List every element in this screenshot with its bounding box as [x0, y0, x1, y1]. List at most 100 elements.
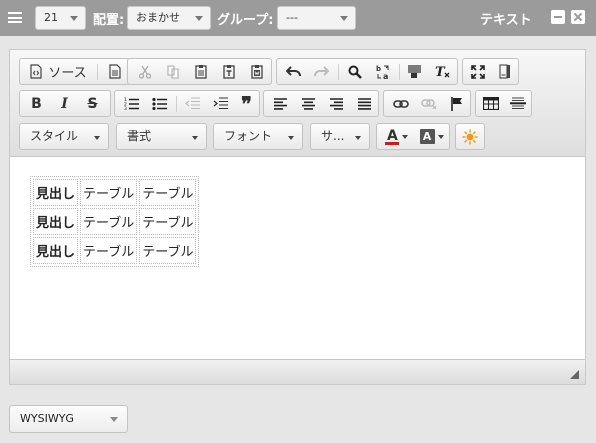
- resize-handle-icon[interactable]: [570, 370, 579, 379]
- format-combo[interactable]: 書式: [116, 123, 207, 150]
- indent-button[interactable]: [207, 92, 234, 115]
- align-center-button[interactable]: [295, 92, 322, 115]
- blockquote-button[interactable]: ❞: [233, 92, 260, 116]
- new-page-button[interactable]: [102, 60, 127, 83]
- style-combo[interactable]: スタイル: [19, 123, 109, 150]
- undo-button[interactable]: [280, 60, 307, 83]
- bulleted-list-button[interactable]: [146, 92, 173, 115]
- chevron-down-icon: [288, 136, 294, 140]
- chevron-down-icon: [70, 16, 78, 21]
- align-dropdown[interactable]: おまかせ: [127, 6, 211, 30]
- paste-word-button[interactable]: [243, 60, 270, 83]
- remove-format-button[interactable]: T: [429, 60, 456, 83]
- replace-icon: ba: [376, 65, 388, 80]
- flag-icon: [450, 96, 462, 111]
- outdent-button[interactable]: [179, 92, 206, 115]
- justify-group: [263, 90, 379, 117]
- editor-mode-dropdown[interactable]: WYSIWYG: [9, 405, 128, 433]
- chevron-down-icon: [195, 16, 203, 21]
- sun-icon: [462, 129, 478, 144]
- table-cell[interactable]: テーブル: [139, 208, 197, 235]
- indent-icon: [213, 97, 228, 110]
- chevron-down-icon: [437, 134, 444, 139]
- undo-find-group: ba T: [276, 58, 458, 85]
- svg-text:T: T: [435, 65, 446, 79]
- format-combo-label: 書式: [127, 129, 152, 143]
- font-size-combo[interactable]: サ...: [310, 123, 370, 150]
- table-row: 見出し テーブル テーブル: [33, 237, 197, 264]
- select-all-button[interactable]: [401, 60, 428, 83]
- paste-text-button[interactable]: [215, 60, 242, 83]
- cut-button[interactable]: [131, 60, 158, 83]
- svg-text:3: 3: [124, 106, 127, 110]
- content-table[interactable]: 見出し テーブル テーブル 見出し テーブル テーブル 見出し テーブル テーブル: [30, 176, 200, 267]
- table-icon: [482, 97, 499, 110]
- menu-icon[interactable]: [8, 12, 22, 23]
- document-icon: [108, 64, 121, 79]
- show-blocks-button[interactable]: [491, 60, 518, 83]
- table-cell[interactable]: テーブル: [139, 237, 197, 264]
- table-cell[interactable]: テーブル: [139, 179, 197, 206]
- unlink-icon: [420, 98, 436, 109]
- source-icon: [30, 64, 42, 79]
- size-dropdown[interactable]: 21: [35, 6, 86, 30]
- table-button[interactable]: [477, 92, 504, 115]
- text-color-icon: A: [385, 128, 399, 145]
- clear-format-icon: T: [435, 65, 449, 79]
- table-cell[interactable]: テーブル: [80, 208, 138, 235]
- show-blocks-icon: [498, 64, 510, 79]
- group-label: グループ:: [217, 13, 274, 28]
- group-dropdown[interactable]: ---: [277, 6, 356, 30]
- italic-button[interactable]: I: [51, 92, 78, 115]
- horizontal-rule-button[interactable]: [504, 92, 531, 115]
- svg-text:b: b: [376, 65, 381, 73]
- align-right-button[interactable]: [323, 92, 350, 115]
- paste-button[interactable]: [187, 60, 214, 83]
- table-header-cell[interactable]: 見出し: [33, 179, 79, 206]
- redo-button[interactable]: [308, 60, 335, 83]
- justify-button[interactable]: [351, 92, 378, 115]
- unlink-button[interactable]: [415, 92, 442, 115]
- editor-content[interactable]: 見出し テーブル テーブル 見出し テーブル テーブル 見出し テーブル テーブル: [10, 158, 585, 358]
- align-left-button[interactable]: [267, 92, 294, 115]
- replace-button[interactable]: ba: [369, 60, 396, 83]
- view-group: [462, 58, 519, 85]
- font-combo[interactable]: フォント: [213, 123, 303, 150]
- redo-icon: [314, 65, 329, 76]
- link-button[interactable]: [387, 92, 414, 115]
- chevron-down-icon: [402, 134, 408, 139]
- bg-color-icon: A: [419, 129, 435, 144]
- strikethrough-button[interactable]: S: [79, 92, 106, 115]
- table-cell[interactable]: テーブル: [80, 237, 138, 264]
- paste-text-icon: [222, 65, 235, 79]
- paste-word-icon: [250, 65, 263, 79]
- separator: [97, 64, 98, 80]
- bg-color-button[interactable]: A: [415, 125, 448, 148]
- editor-mode-value: WYSIWYG: [20, 412, 74, 425]
- horizontal-rule-icon: [509, 97, 526, 109]
- table-header-cell[interactable]: 見出し: [33, 237, 79, 264]
- special-button[interactable]: [457, 125, 483, 148]
- bold-button[interactable]: B: [23, 92, 50, 115]
- editor-toolbar: ソース b a T B I S 1 2 3 ❞ スタイル 書式 フォント サ..…: [10, 50, 585, 157]
- find-button[interactable]: [341, 60, 368, 83]
- text-color-button[interactable]: A: [380, 125, 413, 148]
- chevron-down-icon: [192, 136, 198, 140]
- bulleted-list-icon: [152, 97, 167, 110]
- minimize-button[interactable]: [551, 10, 565, 24]
- outdent-icon: [185, 97, 200, 110]
- copy-button[interactable]: [159, 60, 186, 83]
- table-cell[interactable]: テーブル: [80, 179, 138, 206]
- close-button[interactable]: [571, 10, 585, 24]
- table-header-cell[interactable]: 見出し: [33, 208, 79, 235]
- maximize-button[interactable]: [464, 60, 491, 83]
- basic-style-group: B I S: [19, 90, 111, 117]
- align-center-icon: [302, 97, 315, 110]
- special-group: [455, 123, 485, 150]
- anchor-button[interactable]: [443, 92, 470, 115]
- numbered-list-button[interactable]: 123: [118, 92, 145, 115]
- source-button[interactable]: ソース: [23, 60, 93, 83]
- align-dropdown-value: おまかせ: [136, 11, 180, 24]
- table-row: 見出し テーブル テーブル: [33, 208, 197, 235]
- clipboard-icon: [194, 65, 207, 79]
